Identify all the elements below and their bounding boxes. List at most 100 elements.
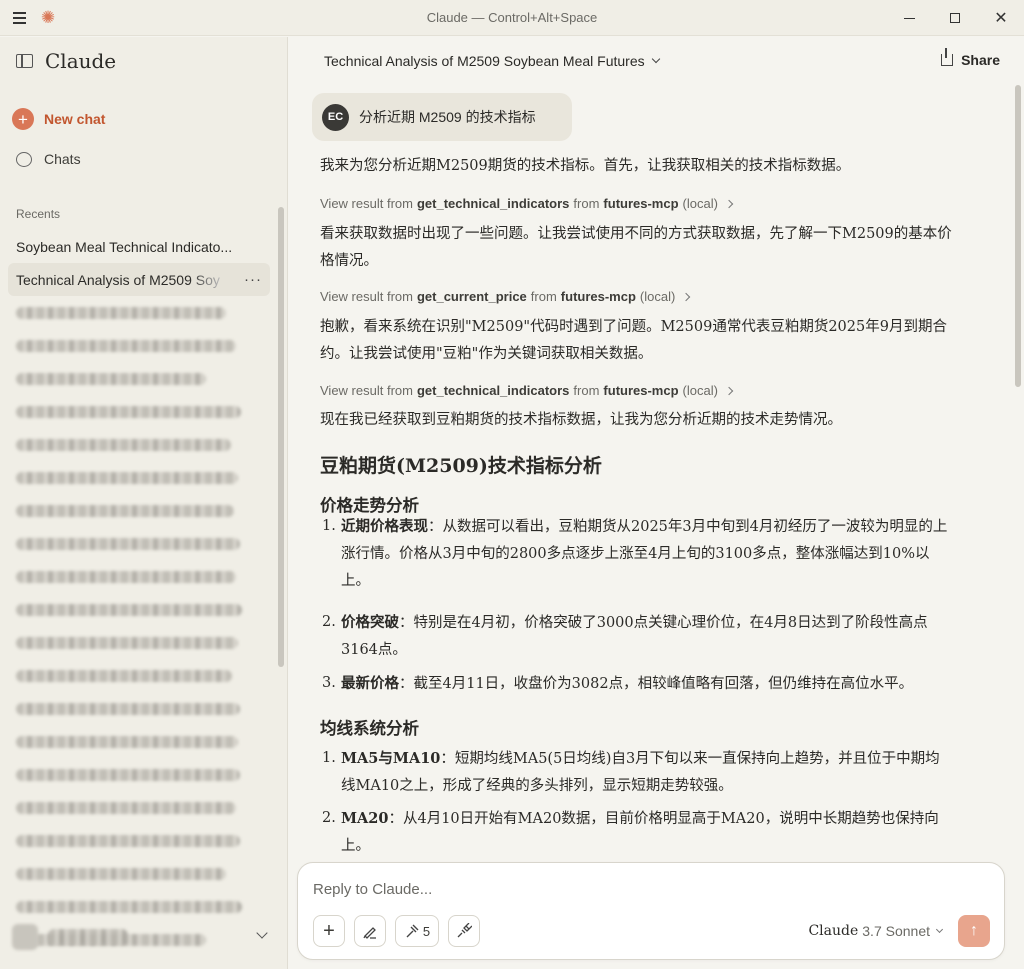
tool-prefix: View result from <box>320 289 413 304</box>
list-item: 1. MA5与MA10：短期均线MA5(5日均线)自3月下旬以来一直保持向上趋势，… <box>322 745 952 800</box>
blurred-chat-item[interactable] <box>8 758 270 791</box>
blurred-chat-item[interactable] <box>8 527 270 560</box>
assistant-paragraph: 现在我已经获取到豆粕期货的技术指标数据，让我为您分析近期的技术走势情况。 <box>320 412 842 428</box>
blurred-chat-item[interactable] <box>8 659 270 692</box>
tool-result-link[interactable]: View result from get_technical_indicator… <box>320 383 734 398</box>
recents-heading: Recents <box>16 207 61 221</box>
chevron-down-icon <box>935 925 944 934</box>
share-icon <box>941 48 954 66</box>
maximize-icon <box>950 13 960 23</box>
chevron-down-icon <box>256 927 268 939</box>
blurred-chat-item[interactable] <box>8 857 270 890</box>
more-options-icon[interactable]: ··· <box>244 271 262 288</box>
close-icon: ✕ <box>994 10 1008 27</box>
chevron-right-icon <box>682 292 691 301</box>
tool-mid: from <box>573 383 600 398</box>
tool-name: get_technical_indicators <box>416 196 570 211</box>
assistant-paragraph: 抱歉，看来系统在识别"M2509"代码时遇到了问题。M2509通常代表豆粕期货2… <box>320 319 947 362</box>
list-text: ：截至4月11日，收盘价为3082点，相较峰值略有回落，但仍维持在高位水平。 <box>399 676 914 692</box>
tool-suffix: (local) <box>682 383 718 398</box>
list-key: 价格突破 <box>341 614 399 631</box>
tool-result-link[interactable]: View result from get_current_price from … <box>320 289 691 304</box>
sidebar-toggle-icon[interactable] <box>16 54 33 68</box>
blurred-chat-item[interactable] <box>8 791 270 824</box>
tool-name: get_current_price <box>416 289 527 304</box>
blurred-chat-item[interactable] <box>8 593 270 626</box>
list-key: MA20 <box>341 810 389 827</box>
minimize-button[interactable] <box>886 0 932 36</box>
chat-bubble-icon <box>16 151 32 167</box>
hamburger-menu-icon[interactable] <box>10 8 30 28</box>
tool-mid: from <box>530 289 557 304</box>
tool-name: get_technical_indicators <box>416 383 570 398</box>
blurred-chat-item[interactable] <box>8 494 270 527</box>
blurred-chat-item[interactable] <box>8 395 270 428</box>
recent-chat-title: Technical Analysis of M2509 Soy <box>16 271 220 288</box>
chevron-down-icon <box>651 54 660 64</box>
style-button[interactable] <box>354 915 386 947</box>
recent-chat-item[interactable]: Soybean Meal Technical Indicato... <box>8 230 270 263</box>
close-button[interactable]: ✕ <box>978 0 1024 36</box>
recent-chat-item-active[interactable]: Technical Analysis of M2509 Soy ··· <box>8 263 270 296</box>
blurred-chat-item[interactable] <box>8 725 270 758</box>
chevron-right-icon <box>724 386 734 395</box>
blurred-chat-item[interactable] <box>8 329 270 362</box>
list-key: MA5与MA10 <box>341 750 441 767</box>
tools-button[interactable]: 5 <box>395 915 439 947</box>
blurred-chat-item[interactable] <box>8 461 270 494</box>
conversation-title-dropdown[interactable]: Technical Analysis of M2509 Soybean Meal… <box>324 53 660 69</box>
assistant-paragraph: 看来获取数据时出现了一些问题。让我尝试使用不同的方式获取数据，先了解一下M250… <box>320 226 952 269</box>
tool-prefix: View result from <box>320 196 413 211</box>
list-number: 1. <box>322 518 336 534</box>
tool-server: futures-mcp <box>603 196 679 211</box>
main-panel: Technical Analysis of M2509 Soybean Meal… <box>289 37 1024 969</box>
list-text: ：从4月10日开始有MA20数据，目前价格明显高于MA20，说明中长期趋势也保持… <box>341 811 939 854</box>
chats-label: Chats <box>44 151 81 167</box>
integrations-button[interactable] <box>448 915 480 947</box>
blurred-chat-item[interactable] <box>8 296 270 329</box>
tool-result-link[interactable]: View result from get_technical_indicator… <box>320 196 734 211</box>
blurred-chat-item[interactable] <box>8 626 270 659</box>
share-button[interactable]: Share <box>941 48 1000 68</box>
arrow-up-icon: ↑ <box>970 922 978 939</box>
blurred-chat-item[interactable] <box>8 428 270 461</box>
blurred-chat-item[interactable] <box>8 362 270 395</box>
add-attachment-button[interactable]: + <box>313 915 345 947</box>
maximize-button[interactable] <box>932 0 978 36</box>
avatar: EC <box>322 103 349 131</box>
reply-input[interactable]: Reply to Claude... <box>313 881 432 898</box>
blurred-chat-item[interactable] <box>8 692 270 725</box>
recents-list: Soybean Meal Technical Indicato... Techn… <box>8 230 270 956</box>
list-key: 最新价格 <box>341 675 399 692</box>
blurred-chat-item[interactable] <box>8 824 270 857</box>
conversation-header: Technical Analysis of M2509 Soybean Meal… <box>289 37 1024 85</box>
model-selector[interactable]: Claude 3.7 Sonnet <box>808 923 944 939</box>
content-scrollbar[interactable] <box>1015 85 1021 387</box>
blurred-chat-item[interactable] <box>8 560 270 593</box>
tool-server: futures-mcp <box>603 383 679 398</box>
model-version: 3.7 Sonnet <box>862 923 930 939</box>
new-chat-label: New chat <box>44 111 106 127</box>
list-text: ：从数据可以看出，豆粕期货从2025年3月中旬到4月初经历了一波较为明显的上涨行… <box>341 519 948 589</box>
list-number: 1. <box>322 750 336 766</box>
list-number: 2. <box>322 810 336 826</box>
analysis-heading: 豆粕期货(M2509)技术指标分析 <box>320 455 602 477</box>
list-text: ：特别是在4月初，价格突破了3000点关键心理价位，在4月8日达到了阶段性高点3… <box>341 615 928 658</box>
conversation-content: EC 分析近期 M2509 的技术指标 我来为您分析近期M2509期货的技术指标… <box>289 85 1014 861</box>
user-message-text: 分析近期 M2509 的技术指标 <box>359 109 536 125</box>
send-button[interactable]: ↑ <box>958 915 990 947</box>
section-heading-ma: 均线系统分析 <box>320 719 419 738</box>
blurred-user-name <box>48 929 128 945</box>
sidebar-scrollbar[interactable] <box>278 207 284 667</box>
plus-icon: + <box>12 108 34 130</box>
list-number: 2. <box>322 614 336 630</box>
window-title: Claude — Control+Alt+Space <box>426 10 598 25</box>
avatar <box>12 924 38 950</box>
chats-link[interactable]: Chats <box>16 151 81 167</box>
tool-server: futures-mcp <box>560 289 636 304</box>
model-name: Claude <box>808 923 859 939</box>
chevron-right-icon <box>724 199 734 208</box>
user-account-menu[interactable] <box>8 917 280 957</box>
new-chat-button[interactable]: + New chat <box>12 108 105 130</box>
list-item: 2. 价格突破：特别是在4月初，价格突破了3000点关键心理价位，在4月8日达到了… <box>322 609 952 664</box>
